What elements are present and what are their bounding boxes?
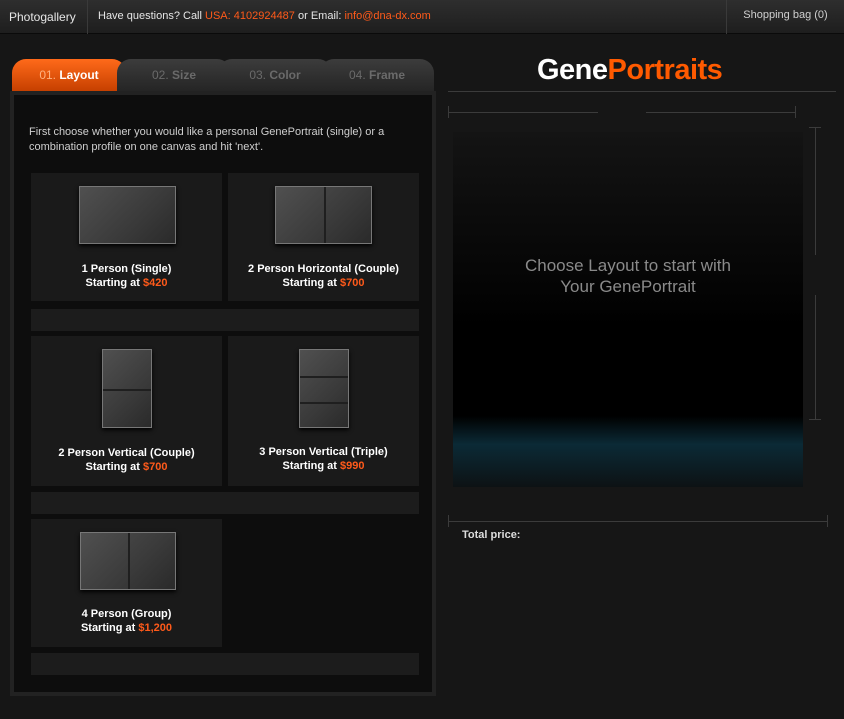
price-prefix: Starting at: [282, 460, 340, 472]
layout-price: Starting at $990: [228, 460, 419, 472]
price-value: $420: [142, 277, 168, 289]
height-guide-tick: [809, 419, 821, 420]
horizontal-couple-canvas-thumbnail: [275, 186, 372, 244]
layout-name: 1 Person (Single): [81, 263, 172, 275]
bottom-guide-tick: [448, 515, 449, 527]
tab-number: 01.: [39, 68, 56, 82]
tab-frame[interactable]: 04. Frame: [320, 59, 434, 91]
bottom-guide: [448, 521, 828, 522]
price-prefix: Starting at: [80, 622, 139, 634]
layout-option-single[interactable]: 1 Person (Single) Starting at $420: [31, 173, 222, 301]
geneportraits-logo: GenePortraits: [537, 54, 723, 87]
tab-label: Layout: [59, 68, 99, 82]
layout-name: 3 Person Vertical (Triple): [259, 446, 388, 458]
layout-option-vertical-triple[interactable]: 3 Person Vertical (Triple) Starting at $…: [228, 336, 419, 486]
logo-portraits: Portraits: [607, 54, 723, 86]
layout-price: Starting at $700: [31, 461, 222, 473]
tab-number: 03.: [249, 68, 266, 82]
bottom-guide-tick: [827, 515, 828, 527]
tab-color[interactable]: 03. Color: [218, 59, 332, 91]
width-guide-tick: [448, 106, 449, 118]
intro-text: First choose whether you would like a pe…: [29, 126, 385, 153]
tab-size[interactable]: 02. Size: [117, 59, 231, 91]
tab-label: Size: [172, 68, 197, 82]
layout-option-group[interactable]: 4 Person (Group) Starting at $1,200: [31, 519, 222, 647]
contact-prefix: Have questions? Call: [98, 10, 206, 22]
single-canvas-thumbnail: [79, 186, 176, 244]
divider-strip: [31, 653, 419, 675]
canvas-divider: [300, 376, 348, 378]
price-value: $700: [339, 277, 365, 289]
vertical-triple-canvas-thumbnail: [299, 349, 349, 428]
logo-gene: Gene: [537, 54, 608, 86]
shopping-bag-link[interactable]: Shopping bag (0): [726, 0, 844, 34]
height-guide-top: [815, 127, 816, 255]
canvas-divider: [324, 187, 326, 243]
email-link[interactable]: info@dna-dx.com: [344, 10, 430, 22]
layout-name: 2 Person Vertical (Couple): [58, 447, 195, 459]
layout-option-horizontal-couple[interactable]: 2 Person Horizontal (Couple) Starting at…: [228, 173, 419, 301]
preview-line-1: Choose Layout to start with: [524, 256, 731, 275]
contact-info: Have questions? Call USA: 4102924487 or …: [98, 0, 431, 32]
price-prefix: Starting at: [85, 461, 143, 473]
photogallery-link[interactable]: Photogallery: [0, 0, 88, 34]
layout-name: 4 Person (Group): [81, 608, 172, 620]
tab-number: 02.: [151, 68, 169, 82]
width-guide-right: [646, 112, 796, 113]
tab-layout[interactable]: 01. Layout: [12, 59, 126, 91]
layout-price: Starting at $1,200: [31, 622, 222, 634]
divider-strip: [31, 309, 419, 331]
preview-message: Choose Layout to start with Your GenePor…: [453, 255, 803, 297]
layout-price: Starting at $700: [228, 277, 419, 289]
layout-price: Starting at $420: [31, 277, 222, 289]
price-value: $700: [142, 461, 168, 473]
price-prefix: Starting at: [85, 277, 143, 289]
tab-label: Color: [269, 68, 301, 82]
divider-strip: [31, 492, 419, 514]
canvas-divider: [128, 533, 130, 589]
group-canvas-thumbnail: [80, 532, 176, 590]
price-value: $1,200: [138, 622, 173, 634]
tab-label: Frame: [369, 68, 406, 82]
price-prefix: Starting at: [282, 277, 340, 289]
width-guide-left: [448, 112, 598, 113]
height-guide-bottom: [815, 295, 816, 419]
contact-mid: or Email:: [294, 10, 345, 22]
price-value: $990: [339, 460, 365, 472]
top-bar: Photogallery Have questions? Call USA: 4…: [0, 0, 844, 34]
vertical-couple-canvas-thumbnail: [102, 349, 152, 428]
phone-link[interactable]: USA: 4102924487: [205, 10, 295, 22]
width-guide-tick: [795, 106, 796, 118]
preview-line-2: Your GenePortrait: [560, 277, 696, 296]
canvas-divider: [300, 402, 348, 404]
height-guide-tick: [809, 127, 821, 128]
layout-name: 2 Person Horizontal (Couple): [248, 263, 399, 275]
layout-option-vertical-couple[interactable]: 2 Person Vertical (Couple) Starting at $…: [31, 336, 222, 486]
total-price-label: Total price:: [462, 529, 521, 541]
tab-number: 04.: [348, 68, 366, 82]
portrait-preview: Choose Layout to start with Your GenePor…: [453, 132, 803, 487]
layout-panel: First choose whether you would like a pe…: [10, 91, 436, 696]
canvas-divider: [103, 389, 151, 391]
header-rule: [448, 91, 836, 92]
